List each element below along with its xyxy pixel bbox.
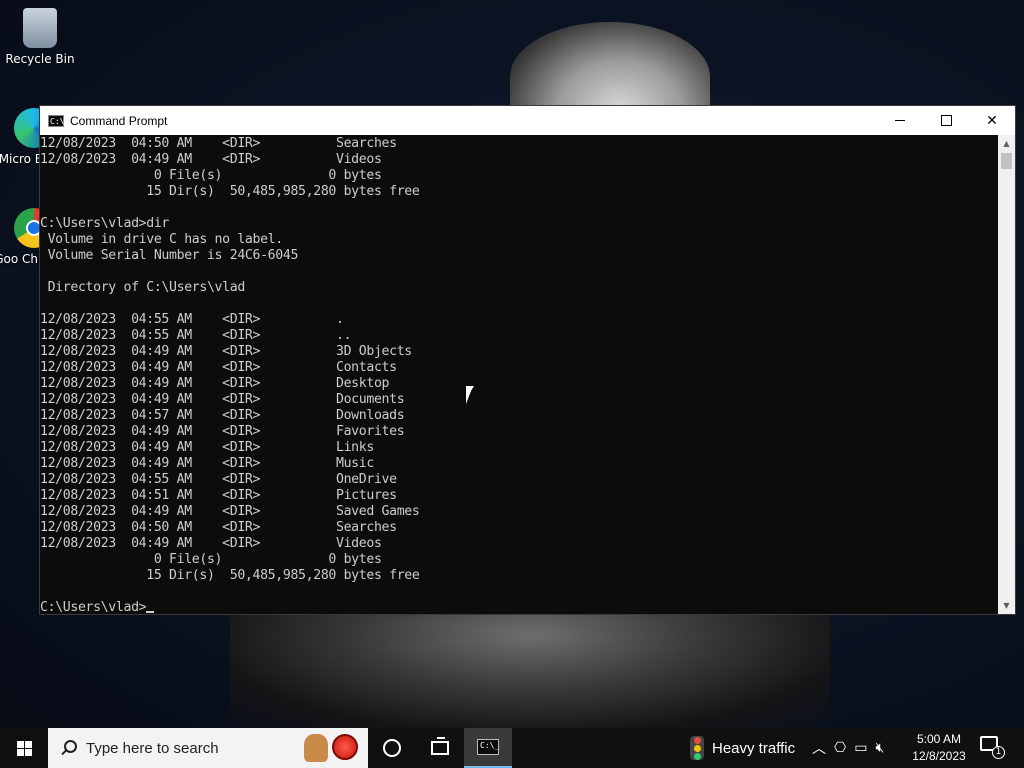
news-widget[interactable]: Heavy traffic (690, 728, 795, 768)
cmd-taskbar-icon: C:\_ (477, 739, 499, 755)
vertical-scrollbar[interactable]: ▲ ▼ (998, 135, 1015, 614)
taskbar-command-prompt[interactable]: C:\_ (464, 728, 512, 768)
meet-now-icon[interactable]: ⎔ (834, 740, 846, 756)
notification-badge: 1 (992, 746, 1005, 759)
notification-center-button[interactable]: 1 (980, 736, 1005, 760)
recycle-bin-icon (23, 8, 57, 48)
minimize-icon (895, 120, 905, 121)
task-view-button[interactable] (416, 728, 464, 768)
clock-date: 12/8/2023 (912, 749, 966, 763)
cmd-app-icon: C:\ (48, 114, 65, 127)
scroll-thumb[interactable] (1001, 153, 1012, 169)
clock-time: 5:00 AM (916, 732, 962, 746)
search-icon (60, 740, 77, 756)
command-prompt-window[interactable]: C:\ Command Prompt ✕ 12/08/2023 04:50 AM… (39, 105, 1016, 615)
windows-logo-icon (16, 740, 32, 756)
start-button[interactable] (0, 728, 48, 768)
traffic-light-icon (690, 736, 704, 760)
close-button[interactable]: ✕ (969, 106, 1015, 135)
close-icon: ✕ (986, 112, 998, 129)
maximize-icon (940, 115, 952, 126)
window-controls: ✕ (877, 106, 1015, 135)
task-view-icon (431, 737, 449, 755)
maximize-button[interactable] (923, 106, 969, 135)
search-highlight[interactable] (304, 734, 358, 762)
search-placeholder: Type here to search (86, 739, 219, 757)
title-bar[interactable]: C:\ Command Prompt ✕ (40, 106, 1015, 135)
gingerbread-icon (304, 734, 328, 762)
scroll-up-icon[interactable]: ▲ (998, 135, 1015, 152)
window-title: Command Prompt (70, 113, 168, 128)
desktop-icon-label: Recycle Bin (5, 52, 75, 66)
text-cursor (146, 611, 155, 613)
system-tray: ︿ ⎔ ▭ 🔇︎ (812, 728, 884, 768)
search-box[interactable]: Type here to search (48, 728, 368, 768)
scroll-down-icon[interactable]: ▼ (998, 597, 1015, 614)
cortana-button[interactable] (368, 728, 416, 768)
desktop: Recycle Bin Micro Ed Goo Chro C:\ Comman… (0, 0, 1024, 728)
taskbar: Type here to search C:\_ Heavy traffic ︿… (0, 728, 1024, 768)
cortana-icon (383, 739, 401, 757)
desktop-icon-recycle-bin[interactable]: Recycle Bin (2, 8, 78, 66)
network-icon[interactable]: ▭ (854, 740, 867, 756)
console-output[interactable]: 12/08/2023 04:50 AM <DIR> Searches 12/08… (40, 135, 998, 614)
clock[interactable]: 5:00 AM 12/8/2023 (905, 731, 973, 765)
news-text: Heavy traffic (712, 739, 796, 757)
mouse-pointer-icon (466, 386, 474, 404)
minimize-button[interactable] (877, 106, 923, 135)
console-text: 12/08/2023 04:50 AM <DIR> Searches 12/08… (40, 136, 420, 614)
chevron-up-icon[interactable]: ︿ (812, 738, 826, 758)
volume-muted-icon[interactable]: 🔇︎ (875, 740, 884, 756)
wallpaper-hood-bottom (230, 612, 830, 728)
ornament-icon (332, 734, 358, 760)
